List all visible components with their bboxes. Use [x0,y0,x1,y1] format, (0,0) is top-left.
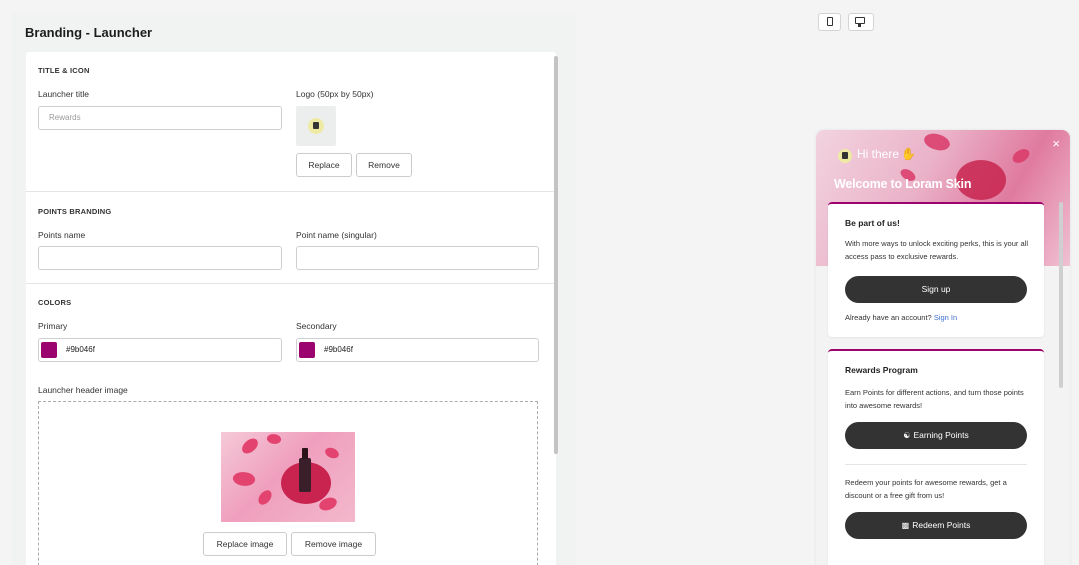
gift-icon: ▩ [901,521,910,530]
points-name-label: Points name [38,230,86,240]
colors-section: COLORS Primary #9b046f Secondary #9b046f… [26,283,554,565]
header-image-label: Launcher header image [38,385,128,395]
signin-prompt: Already have an account? Sign In [845,311,1035,324]
signup-button[interactable]: Sign up [845,276,1027,303]
earning-points-button[interactable]: ☯ Earning Points [845,422,1027,449]
launcher-title-label: Launcher title [38,89,90,99]
page-title: Branding - Launcher [25,25,153,40]
petal [921,130,953,155]
rewards-card: Rewards Program Earn Points for differen… [828,349,1044,565]
bottle [299,448,311,492]
remove-logo-button[interactable]: Remove [356,153,412,177]
logo-icon [308,118,324,134]
secondary-color-label: Secondary [296,321,337,331]
earn-text: Earn Points for different actions, and t… [845,388,1024,410]
signin-link[interactable]: Sign In [934,313,957,322]
signup-title: Be part of us! [845,218,900,228]
points-name-input[interactable] [38,246,282,270]
desktop-view-button[interactable] [848,13,874,31]
secondary-color-value: #9b046f [324,345,353,354]
points-branding-section: POINTS BRANDING Points name Point name (… [26,191,554,283]
settings-card: TITLE & ICON Launcher title Rewards Logo… [26,52,556,565]
redeem-points-button[interactable]: ▩ Redeem Points [845,512,1027,539]
petal [323,444,341,462]
remove-image-button[interactable]: Remove image [291,532,376,556]
section-heading: TITLE & ICON [38,66,90,75]
logo-label: Logo (50px by 50px) [296,89,374,99]
replace-image-button[interactable]: Replace image [203,532,287,556]
settings-scrollbar[interactable] [554,56,558,454]
account-text: Already have an account? [845,313,932,322]
earning-points-label: Earning Points [913,430,969,440]
header-image-dropzone[interactable]: Replace image Remove image [38,401,538,565]
secondary-color-input[interactable]: #9b046f [296,338,539,362]
point-singular-input[interactable] [296,246,539,270]
hands-icon: ☯ [903,431,911,440]
section-heading: COLORS [38,298,72,307]
launcher-welcome: Welcome to Loram Skin [834,177,972,191]
secondary-color-swatch[interactable] [299,342,315,358]
signup-card: Be part of us! With more ways to unlock … [828,202,1044,337]
rewards-title: Rewards Program [845,365,918,375]
launcher-title-input[interactable]: Rewards [38,106,282,130]
petal [265,432,283,447]
replace-logo-button[interactable]: Replace [296,153,352,177]
wave-icon: ✋ [901,147,916,161]
primary-color-label: Primary [38,321,68,331]
petal [239,436,261,456]
greeting-text: Hi there [857,147,900,161]
launcher-greeting: Hi there ✋ [857,147,916,161]
mobile-view-button[interactable] [818,13,841,31]
redeem-points-label: Redeem Points [912,520,971,530]
petal [255,488,275,507]
petal [231,469,257,489]
section-heading: POINTS BRANDING [38,207,112,216]
header-image-preview [221,432,355,522]
desktop-icon [855,17,865,27]
logo-preview [296,106,336,146]
launcher-logo-icon [838,149,852,163]
redeem-text: Redeem your points for awesome rewards, … [845,478,1007,500]
petal [1010,147,1032,165]
title-icon-section: TITLE & ICON Launcher title Rewards Logo… [26,52,554,191]
launcher-preview: Hi there ✋ Welcome to Loram Skin × Be par… [816,130,1070,565]
card-divider [845,464,1027,465]
primary-color-swatch[interactable] [41,342,57,358]
close-icon[interactable]: × [1052,136,1060,151]
branding-settings-panel: Branding - Launcher TITLE & ICON Launche… [12,13,576,565]
primary-color-input[interactable]: #9b046f [38,338,282,362]
launcher-scrollbar[interactable] [1059,202,1063,388]
point-singular-label: Point name (singular) [296,230,377,240]
mobile-icon [827,17,833,26]
primary-color-value: #9b046f [66,345,95,354]
signup-text: With more ways to unlock exciting perks,… [845,239,1028,261]
